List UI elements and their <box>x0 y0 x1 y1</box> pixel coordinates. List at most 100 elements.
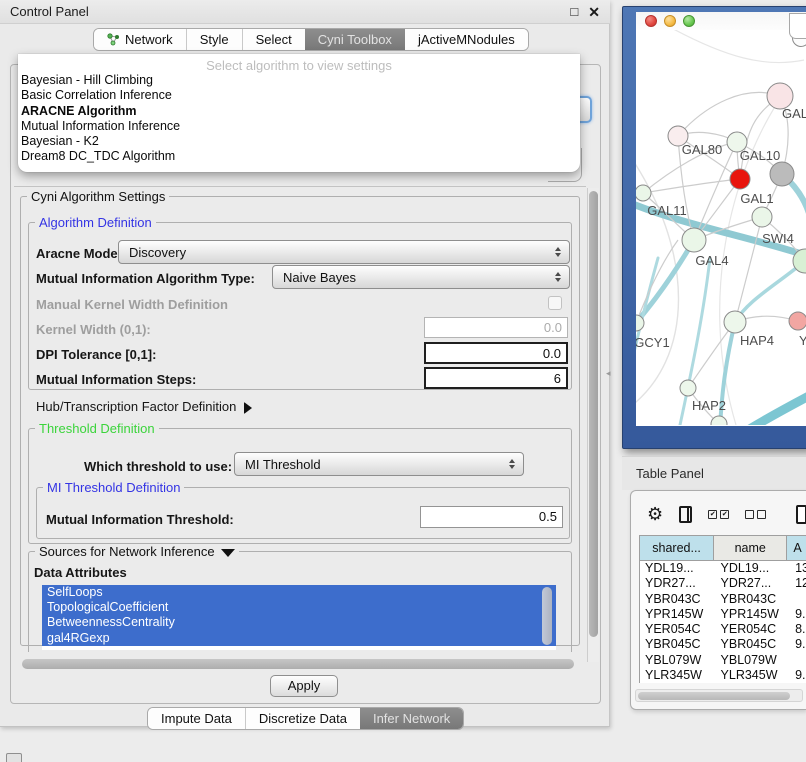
node-hap4[interactable] <box>724 311 746 333</box>
node-selected-red[interactable] <box>730 169 750 189</box>
cell[interactable]: 13 <box>790 561 806 576</box>
cell[interactable]: YDR27... <box>716 576 791 591</box>
minimized-panel-icon[interactable] <box>6 753 22 762</box>
column-header-shared-name[interactable]: shared... <box>640 536 714 561</box>
node-hap2[interactable] <box>680 380 696 396</box>
table-horizontal-scrollbar-thumb[interactable] <box>638 692 790 700</box>
attribute-list-scrollbar-thumb[interactable] <box>542 587 552 645</box>
algorithm-option[interactable]: Basic Correlation Inference <box>18 88 580 103</box>
column-header-clipped[interactable]: A <box>787 536 806 561</box>
float-window-icon[interactable]: □ <box>570 5 578 18</box>
network-window-titlebar[interactable] <box>636 12 806 30</box>
table-row[interactable]: YDL19... YDL19... 13 <box>640 561 806 576</box>
column-view-icon[interactable] <box>679 506 692 523</box>
cell[interactable]: 9. <box>790 637 806 652</box>
cell[interactable]: 12 <box>790 576 806 591</box>
table-row[interactable]: YER054C YER054C 8. <box>640 622 806 637</box>
mi-steps-input[interactable]: 6 <box>424 367 568 389</box>
tab-style[interactable]: Style <box>186 29 242 50</box>
attribute-item-selected[interactable]: gal4RGexp <box>42 631 556 646</box>
tab-select[interactable]: Select <box>242 29 305 50</box>
table-horizontal-scrollbar[interactable] <box>635 689 803 702</box>
table-row[interactable]: YBL079W YBL079W <box>640 653 806 668</box>
node-group[interactable] <box>636 30 806 425</box>
table-row[interactable]: YPR145W YPR145W 9. <box>640 607 806 622</box>
node[interactable] <box>711 416 727 425</box>
data-attributes-list[interactable]: SelfLoops TopologicalCoefficient Between… <box>42 585 556 650</box>
node-label: GAL1 <box>740 191 773 206</box>
tab-discretize-data[interactable]: Discretize Data <box>245 708 360 729</box>
settings-horizontal-scrollbar-thumb[interactable] <box>22 659 574 669</box>
sources-group-title[interactable]: Sources for Network Inference <box>35 544 239 559</box>
deselect-all-columns-icon[interactable] <box>745 510 766 519</box>
cell[interactable]: YER054C <box>640 622 716 637</box>
cell[interactable]: YDL19... <box>640 561 716 576</box>
hub-definition-toggle[interactable]: Hub/Transcription Factor Definition <box>36 399 252 414</box>
table-row[interactable]: YDR27... YDR27... 12 <box>640 576 806 591</box>
close-window-icon[interactable]: ✕ <box>588 5 600 19</box>
cell[interactable]: YDR27... <box>640 576 716 591</box>
node-gal1[interactable] <box>752 207 772 227</box>
cell[interactable]: YLR345W <box>716 668 791 683</box>
column-header-name[interactable]: name <box>714 536 787 561</box>
algorithm-option[interactable]: Dream8 DC_TDC Algorithm <box>18 149 580 164</box>
cell[interactable]: YER054C <box>716 622 791 637</box>
settings-horizontal-scrollbar[interactable] <box>16 658 584 671</box>
cell[interactable]: YPR145W <box>640 607 716 622</box>
mi-threshold-input[interactable]: 0.5 <box>420 506 563 528</box>
node-gal11[interactable] <box>636 185 651 201</box>
table-row[interactable]: YLR345W YLR345W 9. <box>640 668 806 683</box>
which-threshold-select[interactable]: MI Threshold <box>234 452 524 476</box>
algorithm-option[interactable]: Bayesian - K2 <box>18 134 580 149</box>
attribute-item-selected[interactable]: SelfLoops <box>42 585 556 600</box>
network-graph: GAL80 GAL10 GAL1 GAL11 SWI4 GAL4 GCY1 HA… <box>636 30 806 425</box>
cell[interactable]: YBR043C <box>640 592 716 607</box>
table-settings-gear-icon[interactable]: ⚙ <box>647 505 663 523</box>
tab-jactivemnodules[interactable]: jActiveMNodules <box>405 29 528 50</box>
cell[interactable]: YBL079W <box>640 653 716 668</box>
settings-vertical-scrollbar[interactable] <box>587 188 599 662</box>
cell[interactable]: 8. <box>790 622 806 637</box>
cell[interactable]: YDL19... <box>716 561 791 576</box>
algorithm-option-selected[interactable]: ARACNE Algorithm <box>18 104 580 119</box>
aracne-mode-select[interactable]: Discovery <box>118 240 570 264</box>
cell[interactable] <box>790 653 806 668</box>
node-gray[interactable] <box>770 162 794 186</box>
attribute-item-selected[interactable]: TopologicalCoefficient <box>42 600 556 615</box>
table-row[interactable]: YBR043C YBR043C <box>640 592 806 607</box>
apply-button[interactable]: Apply <box>270 675 338 697</box>
network-canvas[interactable]: GAL80 GAL10 GAL1 GAL11 SWI4 GAL4 GCY1 HA… <box>636 30 806 425</box>
tab-infer-network[interactable]: Infer Network <box>360 708 463 729</box>
tab-network[interactable]: Network <box>94 29 186 50</box>
cell[interactable] <box>790 592 806 607</box>
attribute-item-selected[interactable]: BetweennessCentrality <box>42 615 556 630</box>
settings-vertical-scrollbar-thumb[interactable] <box>589 191 598 637</box>
manual-kernel-width-checkbox[interactable] <box>548 296 562 310</box>
mi-algorithm-type-select[interactable]: Naive Bayes <box>272 265 570 289</box>
table-row[interactable]: YBR045C YBR045C 9. <box>640 637 806 652</box>
split-pane-collapse-icon[interactable]: ◂ <box>606 368 611 379</box>
cell[interactable]: 9. <box>790 668 806 683</box>
cell[interactable]: YBR043C <box>716 592 791 607</box>
dpi-tolerance-input[interactable]: 0.0 <box>424 342 568 364</box>
new-table-icon[interactable] <box>796 505 806 524</box>
cell[interactable]: YPR145W <box>716 607 791 622</box>
select-all-columns-icon[interactable] <box>708 510 729 519</box>
node-gal4[interactable] <box>682 228 706 252</box>
tab-cyni-toolbox[interactable]: Cyni Toolbox <box>305 29 405 50</box>
close-button[interactable] <box>645 15 657 27</box>
algorithm-option[interactable]: Bayesian - Hill Climbing <box>18 73 580 88</box>
cell[interactable]: YBR045C <box>716 637 791 652</box>
cell[interactable]: 9. <box>790 607 806 622</box>
cell[interactable]: YLR345W <box>640 668 716 683</box>
kernel-width-input[interactable]: 0.0 <box>424 317 568 338</box>
edge-highlighted[interactable] <box>748 388 806 425</box>
zoom-button[interactable] <box>683 15 695 27</box>
edge-highlighted[interactable] <box>636 240 694 332</box>
minimize-button[interactable] <box>664 15 676 27</box>
algorithm-option[interactable]: Mutual Information Inference <box>18 119 580 134</box>
cell[interactable]: YBL079W <box>716 653 791 668</box>
cell[interactable]: YBR045C <box>640 637 716 652</box>
node-salmon[interactable] <box>789 312 806 330</box>
tab-impute-data[interactable]: Impute Data <box>148 708 245 729</box>
